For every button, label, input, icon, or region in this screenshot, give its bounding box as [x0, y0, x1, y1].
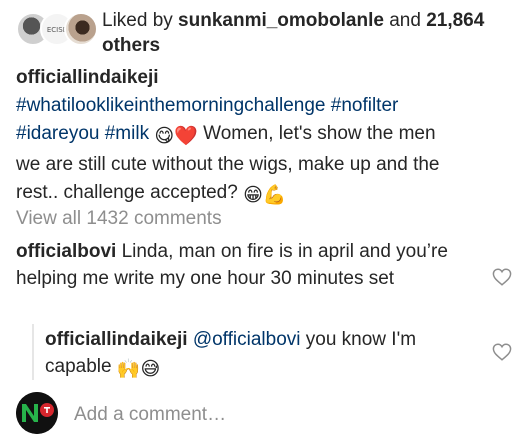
likes-others[interactable]: others	[102, 35, 160, 56]
add-comment-bar[interactable]: Add a comment…	[16, 390, 511, 438]
comment-username[interactable]: officiallindaikeji	[45, 329, 188, 350]
caption-hashtags[interactable]: #idareyou #milk	[16, 123, 149, 144]
sweat-smile-emoji-icon: 😅	[140, 359, 161, 380]
raising-hands-emoji-icon: 🙌	[116, 359, 141, 380]
likes-prefix: Liked by	[102, 10, 179, 31]
likes-row[interactable]: ECISE Liked by sunkanmi_omobolanle and 2…	[16, 8, 511, 56]
red-heart-emoji-icon: ❤️	[174, 126, 198, 147]
liker-username[interactable]: sunkanmi_omobolanle	[178, 10, 384, 31]
flexed-biceps-emoji-icon: 💪	[262, 185, 287, 206]
like-comment-heart-icon[interactable]	[492, 343, 512, 361]
post-caption: officiallindaikeji #whatilooklikeinthemo…	[16, 64, 502, 210]
caption-username[interactable]: officiallindaikeji	[16, 67, 159, 88]
add-comment-input[interactable]: Add a comment…	[74, 403, 226, 427]
comment: officialbovi Linda, man on fire is in ap…	[16, 238, 461, 292]
liker-avatar[interactable]	[64, 12, 98, 46]
caption-text: we are still cute without the wigs, make…	[16, 154, 440, 175]
reply-thread-line	[32, 324, 34, 380]
caption-text: rest.. challenge accepted?	[16, 182, 238, 203]
nbc-logo-icon	[16, 392, 58, 434]
like-comment-heart-icon[interactable]	[492, 268, 512, 286]
liker-avatars[interactable]: ECISE	[16, 12, 98, 46]
likes-middle: and	[383, 10, 427, 31]
view-all-comments-link[interactable]: View all 1432 comments	[16, 206, 222, 232]
current-user-avatar	[16, 392, 58, 434]
likes-summary[interactable]: Liked by sunkanmi_omobolanle and 21,864 …	[102, 8, 512, 58]
grin-emoji-icon: 😁	[243, 185, 263, 206]
comment-username[interactable]: officialbovi	[16, 241, 116, 262]
yum-emoji-icon: 😋	[154, 126, 175, 147]
reply-comment: officiallindaikeji @officialbovi you kno…	[45, 326, 465, 383]
caption-hashtags[interactable]: #whatilooklikeinthemorningchallenge #nof…	[16, 95, 398, 116]
likes-count[interactable]: 21,864	[426, 10, 484, 31]
comment-mention[interactable]: @officialbovi	[193, 329, 301, 350]
caption-text: Women, let's show the men	[203, 123, 436, 144]
